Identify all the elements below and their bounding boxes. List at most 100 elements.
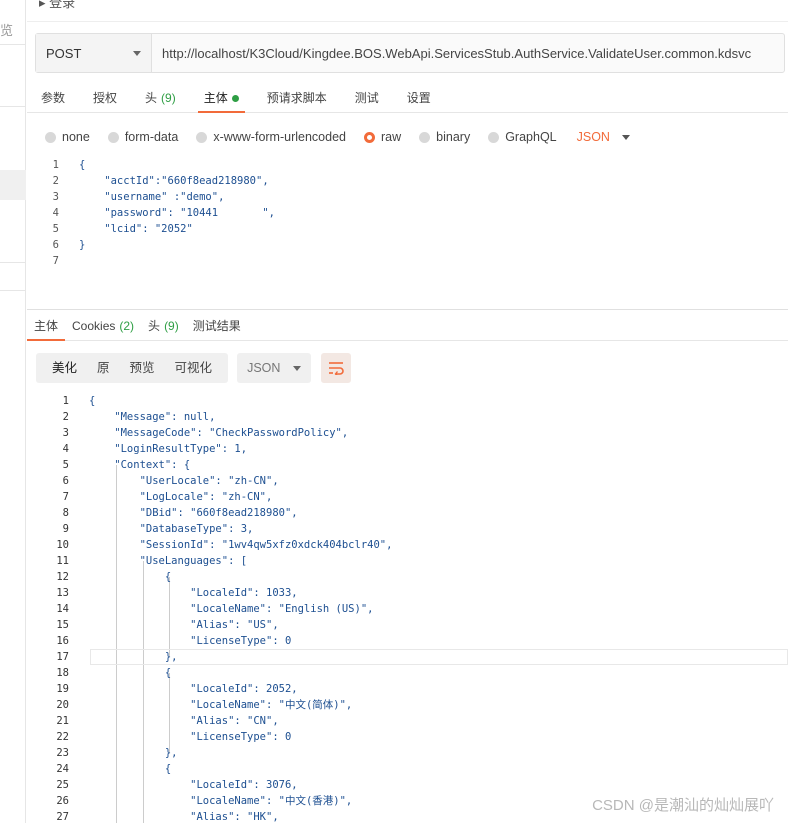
code-line: 1{ (27, 157, 788, 173)
body-type-radio[interactable]: form-data (107, 130, 179, 144)
code-line: 12 { (27, 569, 788, 585)
request-panel: ▸ 登录 POST http://localhost/K3Cloud/Kingd… (27, 0, 788, 823)
code-text: "DatabaseType": 3, (89, 523, 254, 535)
code-text: "UserLocale": "zh-CN", (89, 475, 279, 487)
watermark: CSDN @是潮汕的灿灿展吖 (592, 797, 774, 814)
tab-count: (9) (161, 91, 176, 105)
request-tab[interactable]: 测试 (341, 85, 393, 112)
line-number: 27 (56, 811, 69, 823)
line-number: 6 (52, 239, 59, 251)
code-line: 23 }, (27, 745, 788, 761)
code-text: "Alias": "HK", (89, 811, 279, 823)
code-text: "Message": null, (89, 411, 216, 423)
divider (0, 44, 26, 45)
code-line: 10 "SessionId": "1wv4qw5xfz0xdck404bclr4… (27, 537, 788, 553)
request-tab[interactable]: 头 (9) (131, 85, 190, 112)
request-tab[interactable]: 设置 (393, 85, 445, 112)
request-tab[interactable]: 预请求脚本 (253, 85, 341, 112)
body-type-selector: none form-data x-www-form-urlencoded raw bin… (45, 126, 630, 148)
url-input[interactable]: http://localhost/K3Cloud/Kingdee.BOS.Web… (152, 34, 784, 72)
line-number: 19 (56, 683, 69, 695)
code-text: "lcid": "2052" (79, 223, 193, 235)
radio-circle-icon (364, 131, 375, 143)
code-line: 11 "UseLanguages": [ (27, 553, 788, 569)
view-mode-button[interactable]: 美化 (42, 353, 87, 383)
request-tab[interactable]: 参数 (27, 85, 79, 112)
line-number: 15 (56, 619, 69, 631)
code-text: }, (89, 747, 178, 759)
chevron-down-icon (133, 50, 141, 56)
code-line: 9 "DatabaseType": 3, (27, 521, 788, 537)
view-mode-group: 美化原预览 可视化 (36, 353, 229, 383)
code-text: { (89, 571, 172, 583)
sidebar-selected-item[interactable] (0, 170, 26, 200)
body-type-radio[interactable]: GraphQL (488, 130, 557, 144)
code-text: { (89, 667, 172, 679)
line-number: 25 (56, 779, 69, 791)
code-text: "LocaleName": "中文(香港)", (89, 795, 353, 807)
line-number: 2 (52, 175, 59, 187)
code-text: "username" :"demo", (79, 191, 225, 203)
code-line: 18 { (27, 665, 788, 681)
code-line: 4 "LoginResultType": 1, (27, 441, 788, 457)
code-line: 13 "LocaleId": 1033, (27, 585, 788, 601)
radio-circle-icon (107, 131, 119, 143)
code-line: 22 "LicenseType": 0 (27, 729, 788, 745)
url-bar: POST http://localhost/K3Cloud/Kingdee.BO… (35, 33, 785, 73)
request-tab[interactable]: 授权 (79, 85, 131, 112)
tab-label: 主体 (34, 319, 59, 333)
code-line: 6 "UserLocale": "zh-CN", (27, 473, 788, 489)
request-body-editor[interactable]: 1{2 "acctId":"660f8ead218980", 3 "usernam… (27, 157, 788, 307)
code-line: 2 "acctId":"660f8ead218980", (27, 173, 788, 189)
tab-label: 测试 (354, 91, 379, 105)
body-format-select[interactable]: JSON (577, 130, 630, 144)
code-line: 20 "LocaleName": "中文(简体)", (27, 697, 788, 713)
body-type-radio[interactable]: x-www-form-urlencoded (196, 130, 346, 144)
code-text: "MessageCode": "CheckPasswordPolicy", (89, 427, 349, 439)
body-type-radio[interactable]: none (45, 130, 90, 144)
response-body-viewer[interactable]: 1{2 "Message": null, 3 "MessageCode": "Ch… (27, 393, 788, 823)
response-tab[interactable]: Cookies (2) (65, 313, 141, 340)
method-select[interactable]: POST (36, 34, 152, 72)
line-number: 4 (62, 443, 69, 455)
view-mode-button[interactable]: 预览 (120, 353, 165, 383)
code-text: "LicenseType": 0 (89, 731, 292, 743)
response-tab[interactable]: 测试结果 (186, 313, 248, 340)
body-type-radio[interactable]: raw (364, 130, 401, 144)
line-number: 7 (62, 491, 69, 503)
sidebar-glyph: 览 (0, 23, 14, 38)
wrap-lines-button[interactable] (321, 353, 352, 383)
line-number: 26 (56, 795, 69, 807)
response-tab[interactable]: 主体 (27, 313, 66, 341)
divider (0, 290, 26, 291)
radio-label: form-data (124, 130, 179, 144)
chevron-down-icon (621, 134, 630, 140)
body-type-radio[interactable]: binary (419, 130, 470, 144)
code-text: "Alias": "CN", (89, 715, 279, 727)
response-tab[interactable]: 头 (9) (141, 313, 186, 340)
response-format-select[interactable]: JSON (237, 353, 312, 383)
code-line: 6} (27, 237, 788, 253)
code-line: 2 "Message": null, (27, 409, 788, 425)
view-mode-button[interactable]: 原 (87, 353, 120, 383)
code-text: "LicenseType": 0 (89, 635, 292, 647)
code-text: "LocaleId": 2052, (89, 683, 298, 695)
response-format-label: JSON (247, 361, 281, 375)
code-text: { (79, 159, 86, 171)
code-text: "Alias": "US", (89, 619, 279, 631)
code-text: } (79, 239, 86, 251)
radio-label: binary (436, 130, 471, 144)
code-line: 16 "LicenseType": 0 (27, 633, 788, 649)
line-number: 24 (56, 763, 69, 775)
tab-label: 授权 (93, 91, 118, 105)
view-mode-button[interactable]: 可视化 (165, 353, 223, 383)
tab-count: (9) (164, 319, 179, 333)
line-number: 21 (56, 715, 69, 727)
pane-divider[interactable] (27, 309, 788, 310)
code-line: 1{ (27, 393, 788, 409)
radio-label: raw (381, 130, 402, 144)
code-text: { (89, 763, 172, 775)
line-number: 18 (56, 667, 69, 679)
request-tab[interactable]: 主体 (190, 85, 253, 113)
tab-label: 测试结果 (192, 319, 241, 333)
